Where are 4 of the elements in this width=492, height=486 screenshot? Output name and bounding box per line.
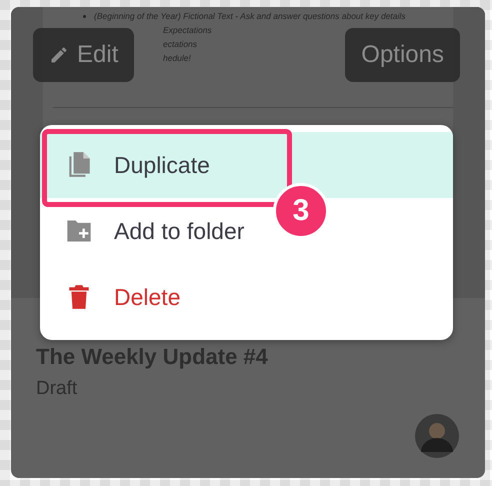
preview-text: hedule! [163, 53, 192, 63]
preview-text: ectations [163, 39, 198, 49]
preview-text: (Beginning of the Year) Fictional Text - Ask and answer questions about key details [94, 11, 406, 21]
preview-text: Expectations [163, 25, 213, 35]
